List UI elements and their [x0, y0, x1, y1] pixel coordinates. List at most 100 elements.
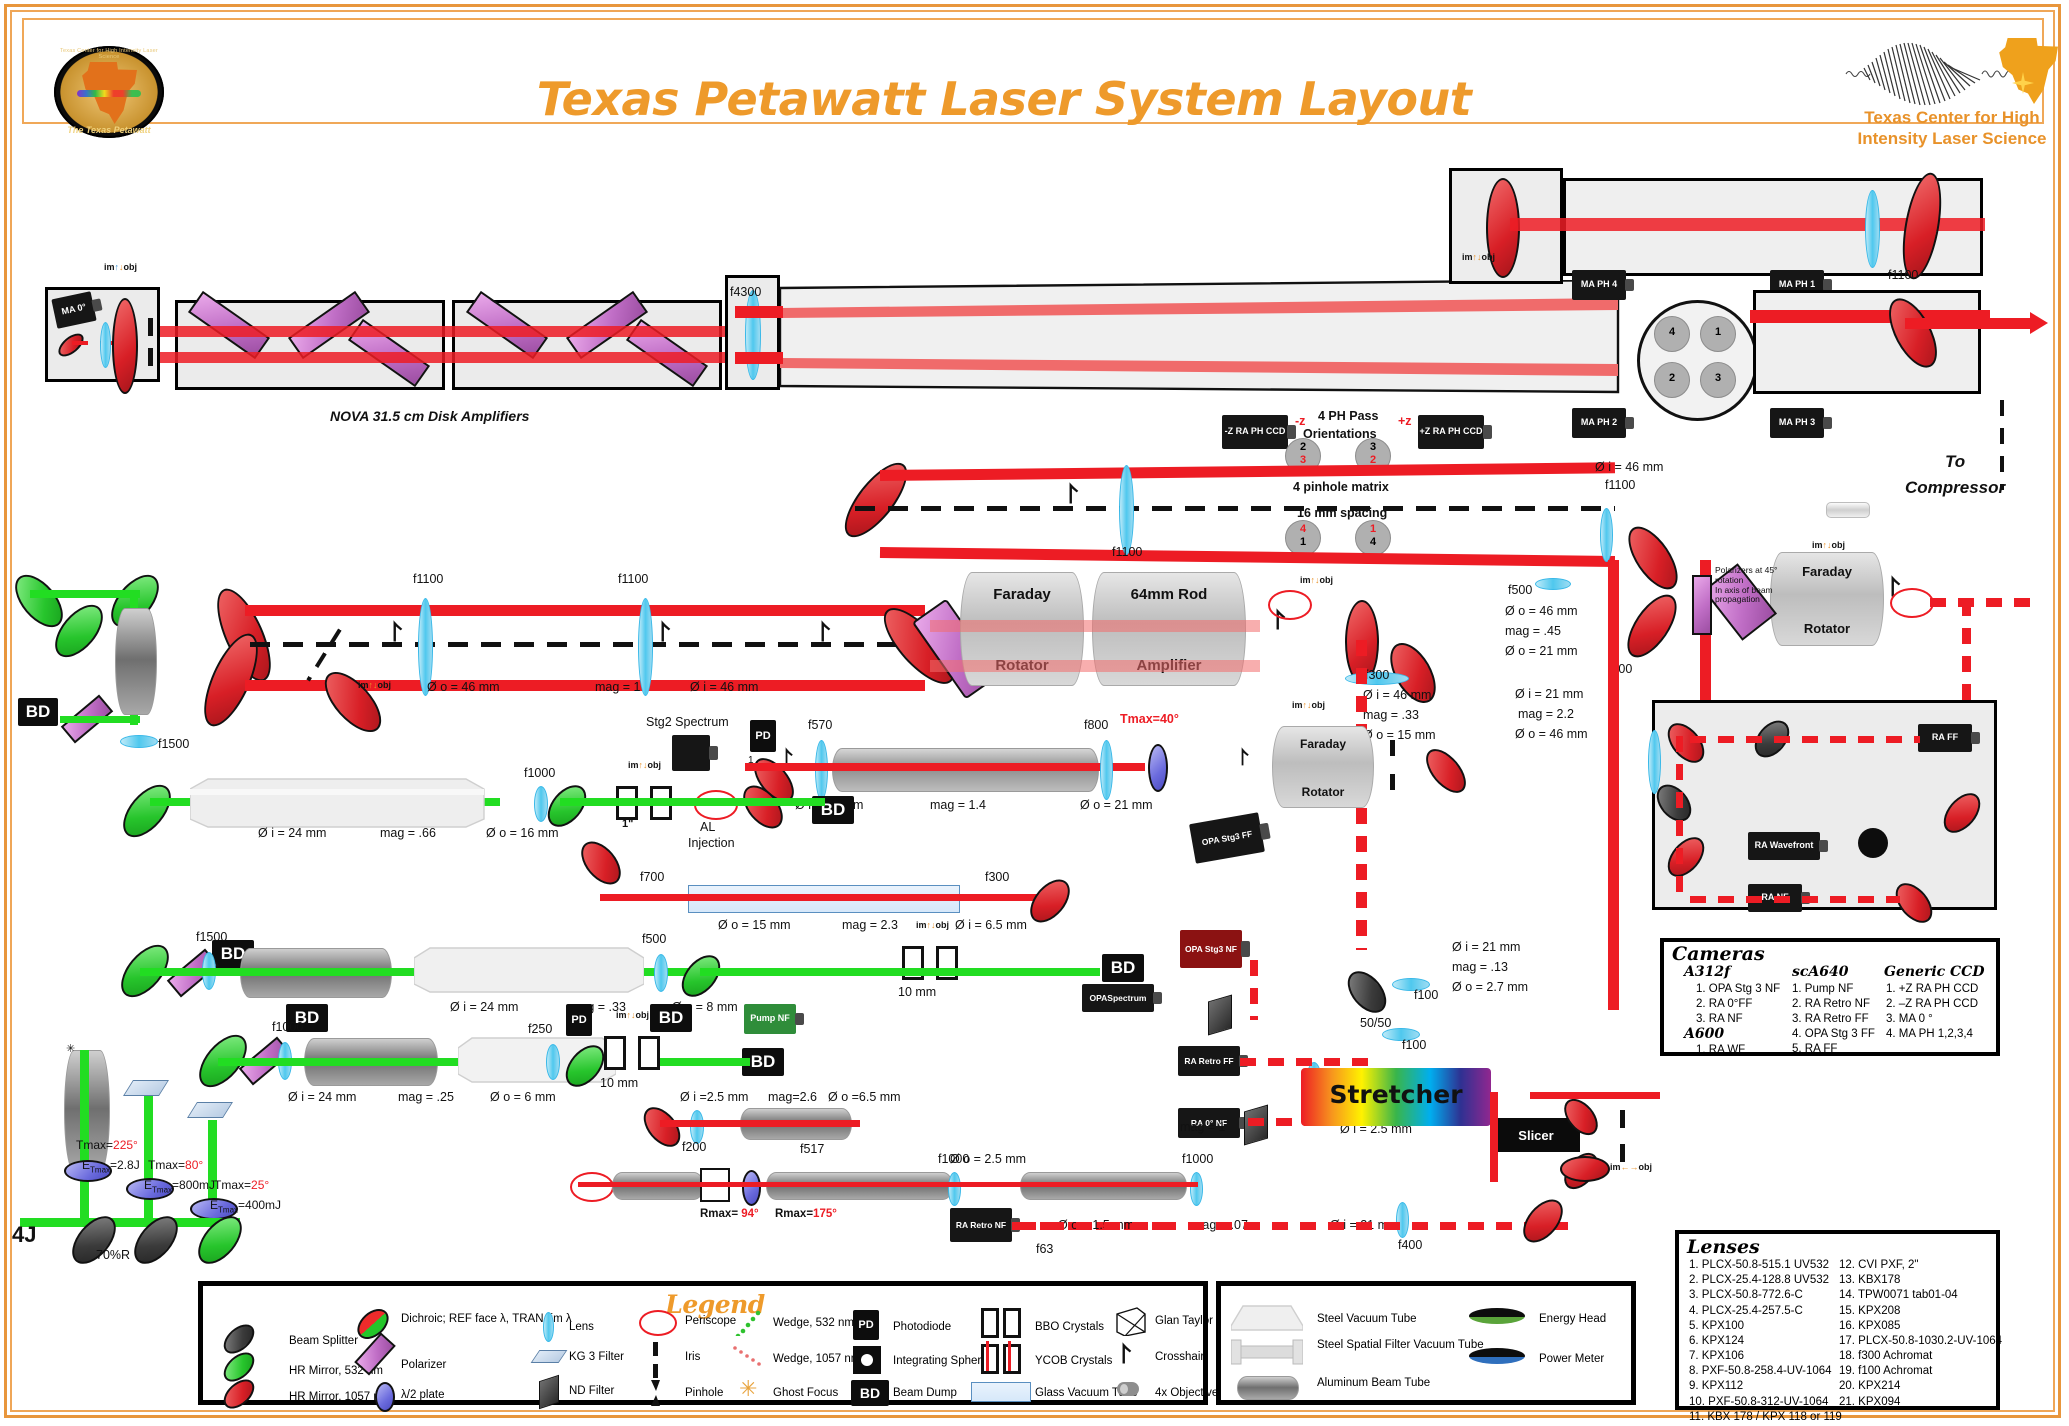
arrow-to-compressor: [2030, 312, 2048, 334]
faraday-label-right: Faraday: [1802, 564, 1852, 580]
four-pinhole-matrix-label: 4 pinhole matrix: [1293, 480, 1389, 494]
beam-disk-lower: [160, 352, 725, 363]
pump-nf-camera: Pump NF: [744, 1004, 804, 1034]
ma-ph-2-camera: MA PH 2: [1572, 408, 1634, 438]
lens-f1000-bottom-1: [948, 1172, 961, 1206]
ma-ph-4-label: MA PH 4: [1580, 279, 1618, 290]
lens-ma0: [100, 322, 111, 368]
im-obj-bbo-2: im↑↓obj: [916, 920, 950, 930]
beam-vertical-right: [1608, 560, 1619, 1010]
beam-dump-4[interactable]: BD: [1102, 954, 1144, 982]
rainbow-beam-icon: [77, 90, 141, 97]
dashed-axis-right: [2000, 400, 2004, 490]
mirror-lens-stretch: [1560, 1156, 1610, 1182]
mag-f570: mag = 1.4: [930, 798, 986, 812]
to-compressor-line1: To: [1945, 452, 1966, 471]
ten-mm-label-2: 10 mm: [600, 1076, 639, 1090]
lens-item-0: 1. PLCX-50.8-515.1 UV532: [1689, 1259, 1830, 1271]
f500-mid-label: f500: [1508, 583, 1533, 597]
rmax175-label: Rmax=175°: [775, 1208, 837, 1220]
right-tube-after-turret: [1753, 290, 1981, 394]
lens-item-7: 8. PXF-50.8-258.4-UV-1064: [1689, 1365, 1832, 1378]
ma0-camera-label: MA 0°: [60, 301, 88, 317]
legend-panel: Legend Beam Splitter HR Mirror, 532 nm H…: [198, 1281, 1246, 1415]
beam-dump-1[interactable]: BD: [18, 698, 58, 726]
legend-power-meter-icon: [1469, 1348, 1525, 1364]
legend-ghost-focus-icon: ✳: [739, 1376, 758, 1401]
legend-wedge1057-label: Wedge, 1057 nm: [773, 1353, 861, 1365]
pd-label-stg2: PD: [755, 730, 771, 742]
f4300-label: f4300: [730, 285, 762, 299]
mirror-large-ma0: [112, 298, 138, 394]
f100-2-label: f100: [1402, 1038, 1427, 1052]
ra-wavefront-label: RA Wavefront: [1754, 840, 1814, 851]
lens-item-14: 15. KPX208: [1839, 1304, 1901, 1317]
f300-diam-out: Ø o = 15 mm: [1363, 728, 1436, 742]
legend-power-meter-label: Power Meter: [1539, 1353, 1605, 1365]
cameras-group-3-name: Generic CCD: [1884, 964, 1985, 980]
ra-wavefront-camera: RA Wavefront: [1748, 832, 1828, 860]
legend-bd-text: BD: [859, 1385, 881, 1401]
ghost-marker-1: ✳: [66, 1043, 76, 1055]
im-obj-bbo-1: im↑↓obj: [628, 760, 662, 770]
ra-retro-ff-camera: RA Retro FF: [1178, 1046, 1248, 1076]
diam-46-turret: Ø i = 46 mm: [1595, 460, 1664, 474]
legend-iris-icon-bottom: [653, 1364, 658, 1378]
one-inch-label: 1": [622, 818, 634, 830]
stretcher-label: Stretcher: [1329, 1080, 1463, 1109]
beam-to-compressor: [1905, 318, 2035, 329]
legend-beam-dump-icon: BD: [851, 1380, 889, 1406]
slicer-label: Slicer: [1518, 1127, 1554, 1143]
photodiode-stg2[interactable]: PD: [750, 720, 776, 752]
pump-nf-label: Pump NF: [750, 1013, 790, 1024]
ra-retro-ff-label: RA Retro FF: [1184, 1055, 1234, 1066]
diam-f700-out: Ø o = 15 mm: [718, 918, 791, 932]
f300-right-label: f300: [1365, 668, 1390, 682]
beam-f700-chain: [600, 894, 1040, 901]
integrating-sphere-panel[interactable]: [1858, 828, 1888, 858]
f1000-bottom-2-label: f1000: [1182, 1152, 1214, 1166]
f63-label: f63: [1036, 1242, 1054, 1256]
f200-label: f200: [682, 1140, 707, 1154]
lens-f1000-bottom-2: [1190, 1172, 1203, 1206]
im-obj-bbo-3: im↑↓obj: [616, 1010, 650, 1020]
four-ph-pass-line1: 4 PH Pass: [1318, 409, 1379, 423]
polarizer-note-l2: rotation: [1715, 574, 1744, 585]
lens-item-13: 14. TPW0071 tab01-04: [1839, 1289, 1958, 1302]
stretcher-block: Stretcher: [1301, 1068, 1491, 1126]
half-wave-plate-1: [1148, 744, 1168, 792]
lenses-col-2: 12. CVI PXF, 2" 13. KBX178 14. TPW0071 t…: [1839, 1258, 2002, 1410]
bd-label-6: BD: [658, 1008, 684, 1027]
cameras-g1-i0: 1. RA WF: [1696, 1044, 1746, 1056]
f300-mag: mag = .33: [1363, 708, 1419, 722]
f700-label: f700: [640, 870, 665, 884]
polarizer-right-2: [1692, 575, 1712, 635]
lens-item-15: 16. KPX085: [1839, 1319, 1901, 1332]
diam-bbo-3-in: Ø i =2.5 mm: [680, 1090, 749, 1104]
beam-green-3: [700, 968, 1100, 976]
iris-f570-bottom: [1390, 774, 1395, 790]
cameras-g2-i3: 4. OPA Stg 3 FF: [1792, 1028, 1875, 1040]
energy-label-1: Tmax=225°: [76, 1138, 138, 1152]
cameras-g0-i0: 1. OPA Stg 3 NF: [1696, 983, 1781, 995]
stg2-spectrum-sphere[interactable]: [672, 735, 718, 771]
bd-label-1: BD: [25, 702, 51, 721]
diagram-page: Texas Center for High Intensity Laser Sc…: [0, 0, 2069, 1426]
legend-steel-vacuum-label: Steel Vacuum Tube: [1317, 1313, 1417, 1325]
lens-f250: [546, 1044, 560, 1080]
ra-retro-nf-label: RA Retro NF: [955, 1219, 1007, 1230]
photodiode-green[interactable]: PD: [566, 1004, 592, 1036]
faraday-f570-label: Faraday: [1299, 736, 1347, 751]
pd-label-green: PD: [571, 1014, 587, 1026]
ra-ff-camera: RA FF: [1918, 724, 1980, 752]
iris-slicer-bottom: [1620, 1144, 1625, 1162]
opaspectrum-label: OPASpectrum: [1089, 992, 1147, 1003]
dashed-axis-main: [250, 642, 940, 647]
lens-item-1: 2. PLCX-25.4-128.8 UV532: [1689, 1274, 1830, 1287]
legend-integrating-sphere-icon: [853, 1346, 881, 1374]
mag-main-1: mag = 1: [595, 680, 641, 694]
diam-bbo-3-out: Ø o =6.5 mm: [828, 1090, 901, 1104]
beam-green-to-bd2: [560, 798, 825, 806]
diam-green-3-out: Ø o = 6 mm: [490, 1090, 556, 1104]
beam-dump-6[interactable]: BD: [650, 1004, 692, 1032]
